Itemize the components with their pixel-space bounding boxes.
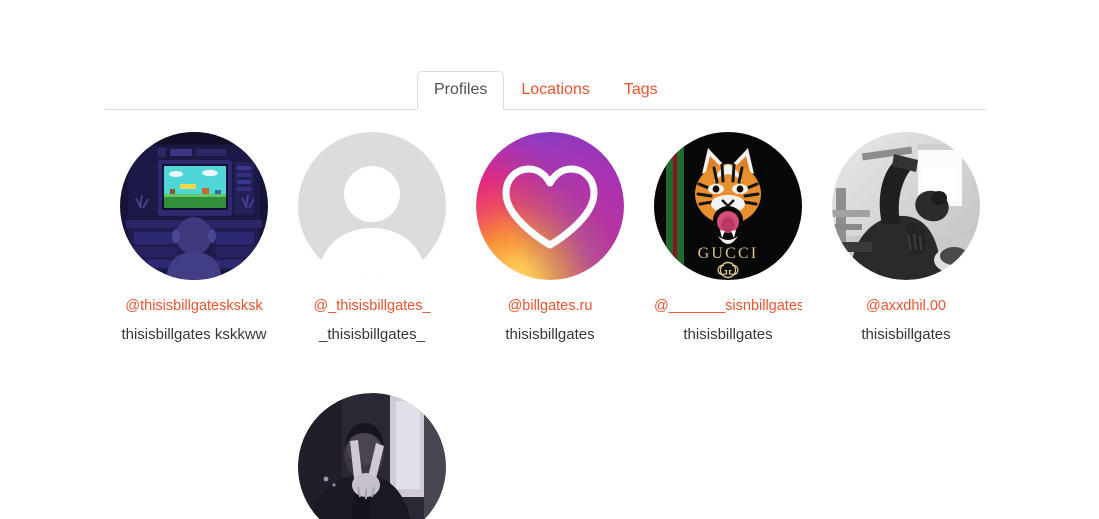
profile-handle-link[interactable]: @_______sisnbillgates — [654, 298, 802, 315]
default-placeholder-avatar[interactable] — [298, 132, 446, 280]
profile-fullname: thisisbillgates kskkww — [121, 326, 267, 343]
instagram-gradient-heart-avatar[interactable] — [476, 132, 624, 280]
profile-handle-link[interactable]: @thisisbillgatesksksk — [125, 298, 262, 315]
profile-card[interactable]: GUCCI @_______sisnbillgates thisisbillga… — [639, 132, 817, 347]
tab-list: Profiles Locations Tags — [417, 71, 675, 110]
profile-card[interactable]: @thisisbillgatesksksk thisisbillgates ks… — [105, 132, 283, 347]
tab-locations[interactable]: Locations — [504, 71, 607, 110]
profile-fullname: thisisbillgates — [505, 326, 595, 343]
retro-gamer-illustration-avatar[interactable] — [120, 132, 268, 280]
profile-results-grid: @thisisbillgatesksksk thisisbillgates ks… — [105, 132, 995, 519]
profile-card[interactable] — [283, 393, 461, 519]
search-results-page: Profiles Locations Tags @thisisbillgates… — [0, 0, 1099, 519]
peace-sign-photo-avatar[interactable] — [298, 393, 446, 519]
svg-text:GUCCI: GUCCI — [698, 245, 759, 262]
tab-tags[interactable]: Tags — [607, 71, 675, 110]
tab-profiles[interactable]: Profiles — [417, 71, 505, 110]
profile-handle-link[interactable]: @_thisisbillgates_ — [313, 298, 430, 315]
profile-fullname: _thisisbillgates_ — [319, 326, 425, 343]
profile-card[interactable]: @_thisisbillgates_ _thisisbillgates_ — [283, 132, 461, 347]
profile-fullname: thisisbillgates — [861, 326, 951, 343]
gym-photo-avatar[interactable] — [832, 132, 980, 280]
profile-fullname: thisisbillgates — [683, 326, 773, 343]
profile-card[interactable]: @axxdhil.00 thisisbillgates — [817, 132, 995, 347]
profile-handle-link[interactable]: @billgates.ru — [508, 298, 593, 315]
profile-handle-link[interactable]: @axxdhil.00 — [866, 298, 946, 315]
profile-card[interactable]: @billgates.ru thisisbillgates — [461, 132, 639, 347]
search-tab-bar: Profiles Locations Tags — [105, 71, 986, 110]
gucci-tiger-avatar[interactable]: GUCCI — [654, 132, 802, 280]
